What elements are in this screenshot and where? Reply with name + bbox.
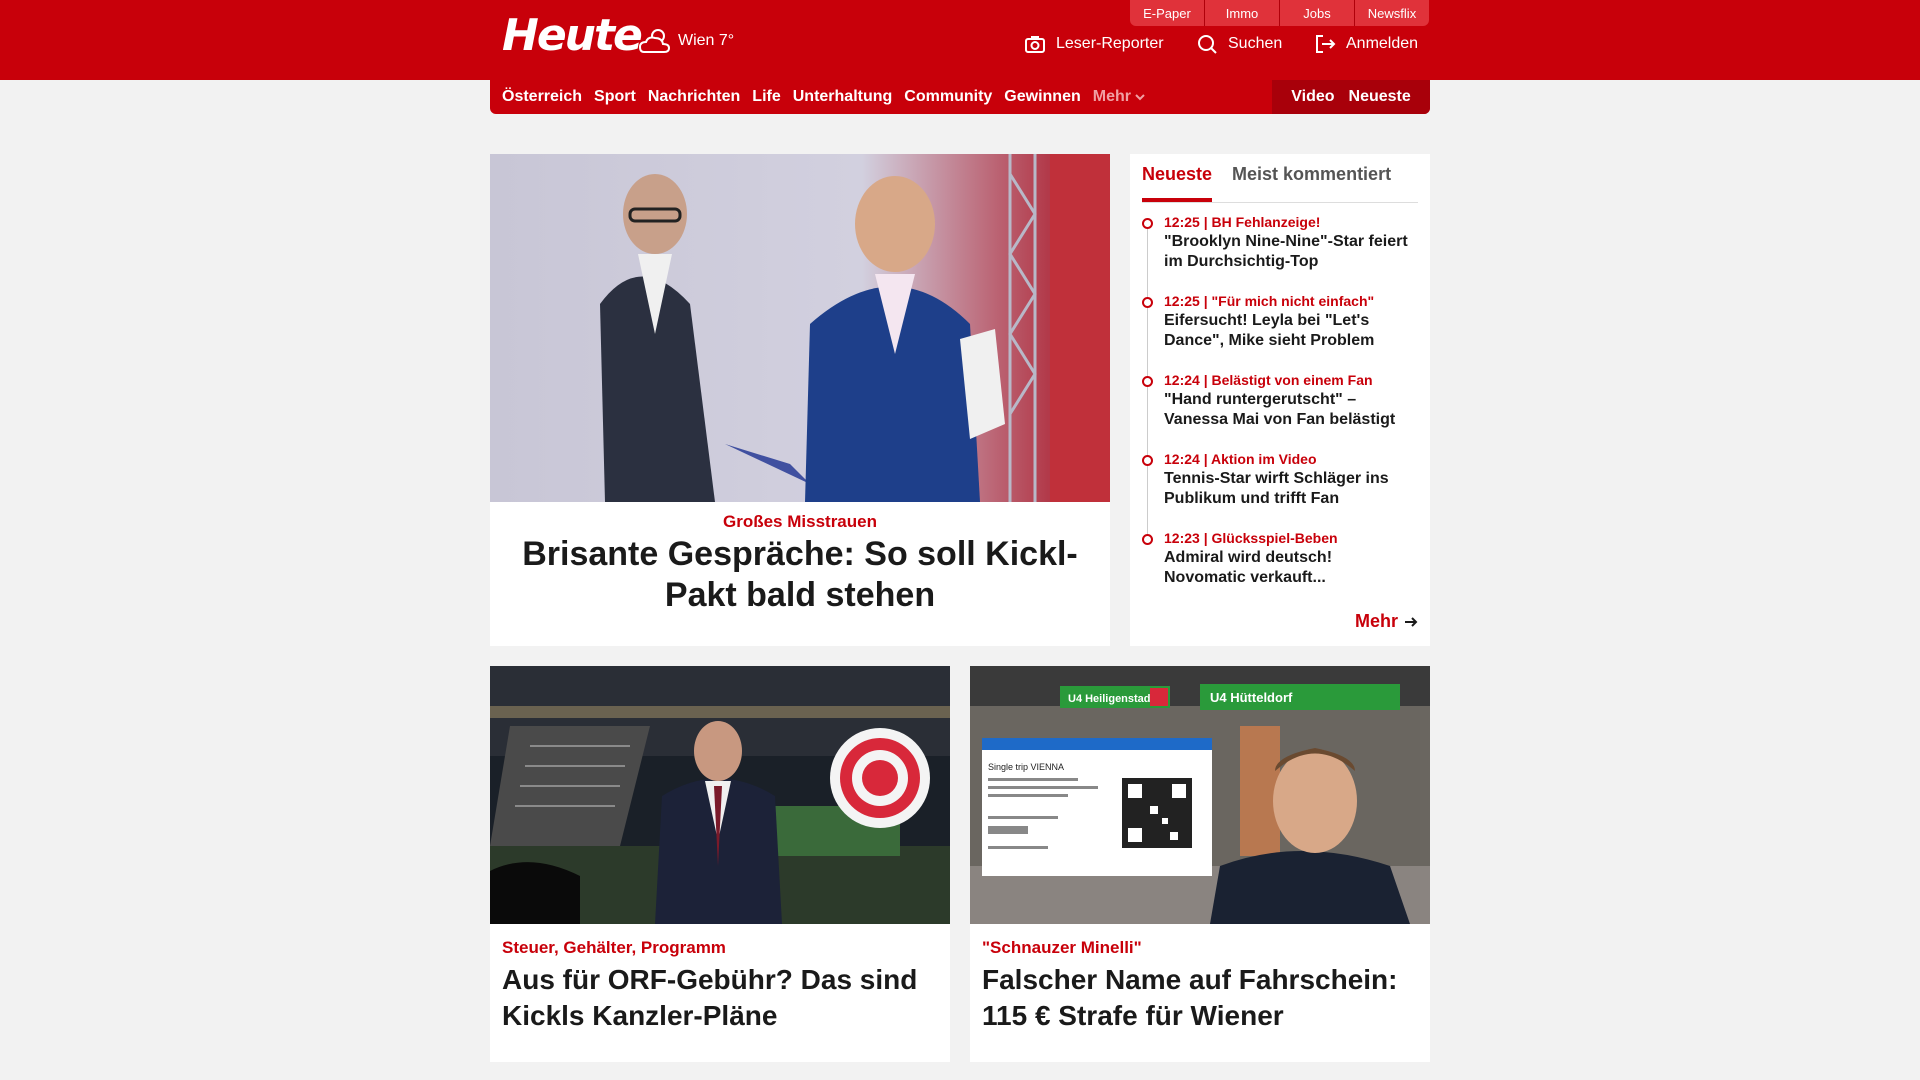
weather-widget[interactable]: Wien 7° [638, 26, 734, 56]
tab-jobs[interactable]: Jobs [1279, 0, 1354, 26]
item-title[interactable]: Admiral wird deutsch! Novomatic verkauft… [1164, 548, 1418, 588]
item-title[interactable]: "Brooklyn Nine-Nine"-Star feiert im Durc… [1164, 232, 1418, 272]
card-kicker: "Schnauzer Minelli" [982, 938, 1142, 957]
hero-kicker: Großes Misstrauen [723, 512, 877, 531]
card-title[interactable]: Falscher Name auf Fahrschein: 115 € Stra… [982, 962, 1418, 1034]
item-meta: 12:24 | Belästigt von einem Fan [1164, 372, 1373, 388]
article-card-fahrschein[interactable]: U4 Heiligenstadt U4 Hütteldorf Single tr… [970, 666, 1430, 1062]
item-title[interactable]: Tennis-Star wirft Schläger ins Publikum … [1164, 469, 1418, 509]
tab-newsflix[interactable]: Newsflix [1354, 0, 1429, 26]
ticker-tabs: Neueste Meist kommentiert [1142, 164, 1418, 203]
nav-neueste[interactable]: Neueste [1349, 88, 1411, 106]
nav-right-group: Video Neueste [1272, 80, 1430, 114]
arrow-right-icon [1405, 616, 1418, 627]
leser-reporter-label: Leser-Reporter [1056, 35, 1164, 52]
list-item[interactable]: 12:25 | BH Fehlanzeige! "Brooklyn Nine-N… [1142, 214, 1418, 293]
article-card-orf[interactable]: Steuer, Gehälter, Programm Aus für ORF-G… [490, 666, 950, 1062]
login-label: Anmelden [1346, 35, 1419, 52]
heute-logo[interactable]: Heute [502, 10, 643, 61]
nav-gewinnen[interactable]: Gewinnen [1004, 88, 1080, 106]
tab-neueste[interactable]: Neueste [1142, 164, 1213, 202]
list-item[interactable]: 12:24 | Aktion im Video Tennis-Star wirf… [1142, 451, 1418, 530]
tab-epaper[interactable]: E-Paper [1130, 0, 1204, 26]
list-item[interactable]: 12:23 | Glücksspiel-Beben Admiral wird d… [1142, 530, 1418, 609]
nav-community[interactable]: Community [904, 88, 992, 106]
ticket-title: Single trip VIENNA [988, 762, 1064, 772]
search-label: Suchen [1228, 35, 1283, 52]
nav-unterhaltung[interactable]: Unterhaltung [793, 88, 893, 106]
item-meta: 12:25 | BH Fehlanzeige! [1164, 214, 1321, 230]
search-link[interactable]: Suchen [1196, 33, 1282, 55]
article-image-orf [490, 666, 950, 924]
card-title[interactable]: Aus für ORF-Gebühr? Das sind Kickls Kanz… [502, 962, 938, 1034]
item-meta: 12:25 | "Für mich nicht einfach" [1164, 293, 1375, 309]
nav-life[interactable]: Life [752, 88, 780, 106]
timeline-dot [1142, 534, 1153, 545]
ticker-list: 12:25 | BH Fehlanzeige! "Brooklyn Nine-N… [1142, 214, 1418, 609]
hero-article[interactable]: Großes Misstrauen Brisante Gespräche: So… [490, 154, 1110, 646]
item-meta: 12:23 | Glücksspiel-Beben [1164, 530, 1338, 546]
nav-sport[interactable]: Sport [594, 88, 636, 106]
main-nav: Österreich Sport Nachrichten Life Unterh… [490, 80, 1430, 114]
card-kicker: Steuer, Gehälter, Programm [502, 938, 726, 957]
nav-more-label: Mehr [1092, 88, 1131, 105]
nav-video[interactable]: Video [1291, 88, 1334, 106]
weather-label: Wien 7° [678, 32, 735, 49]
chevron-down-icon [1135, 94, 1145, 101]
item-title[interactable]: "Hand runtergerutscht" – Vanessa Mai von… [1164, 390, 1418, 430]
hero-image [490, 154, 1110, 502]
tab-meist-kommentiert[interactable]: Meist kommentiert [1232, 164, 1391, 202]
search-icon [1198, 35, 1217, 54]
more-label: Mehr [1354, 611, 1398, 631]
more-link[interactable]: Mehr [1355, 611, 1418, 632]
nav-oesterreich[interactable]: Österreich [502, 88, 582, 106]
tab-immo[interactable]: Immo [1204, 0, 1279, 26]
timeline-dot [1142, 455, 1153, 466]
subway-sign-left: U4 Heiligenstadt [1068, 693, 1155, 705]
login-link[interactable]: Anmelden [1314, 33, 1418, 55]
subway-sign-right: U4 Hütteldorf [1210, 690, 1293, 705]
article-image-fahrschein: U4 Heiligenstadt U4 Hütteldorf Single tr… [970, 666, 1430, 924]
list-item[interactable]: 12:24 | Belästigt von einem Fan "Hand ru… [1142, 372, 1418, 451]
camera-icon [1025, 36, 1045, 53]
top-tabs: E-Paper Immo Jobs Newsflix [1130, 0, 1429, 26]
leser-reporter-link[interactable]: Leser-Reporter [1024, 33, 1164, 55]
cloud-sun-icon [638, 29, 671, 53]
timeline-dot [1142, 376, 1153, 387]
login-icon [1316, 35, 1336, 53]
nav-more[interactable]: Mehr [1093, 88, 1145, 106]
timeline-dot [1142, 297, 1153, 308]
hero-title[interactable]: Brisante Gespräche: So soll Kickl-Pakt b… [500, 534, 1100, 616]
item-meta: 12:24 | Aktion im Video [1164, 451, 1317, 467]
list-item[interactable]: 12:25 | "Für mich nicht einfach" Eifersu… [1142, 293, 1418, 372]
header-bar [0, 0, 1920, 80]
news-ticker: Neueste Meist kommentiert 12:25 | BH Feh… [1130, 154, 1430, 646]
item-title[interactable]: Eifersucht! Leyla bei "Let's Dance", Mik… [1164, 311, 1418, 351]
timeline-dot [1142, 218, 1153, 229]
nav-nachrichten[interactable]: Nachrichten [648, 88, 740, 106]
